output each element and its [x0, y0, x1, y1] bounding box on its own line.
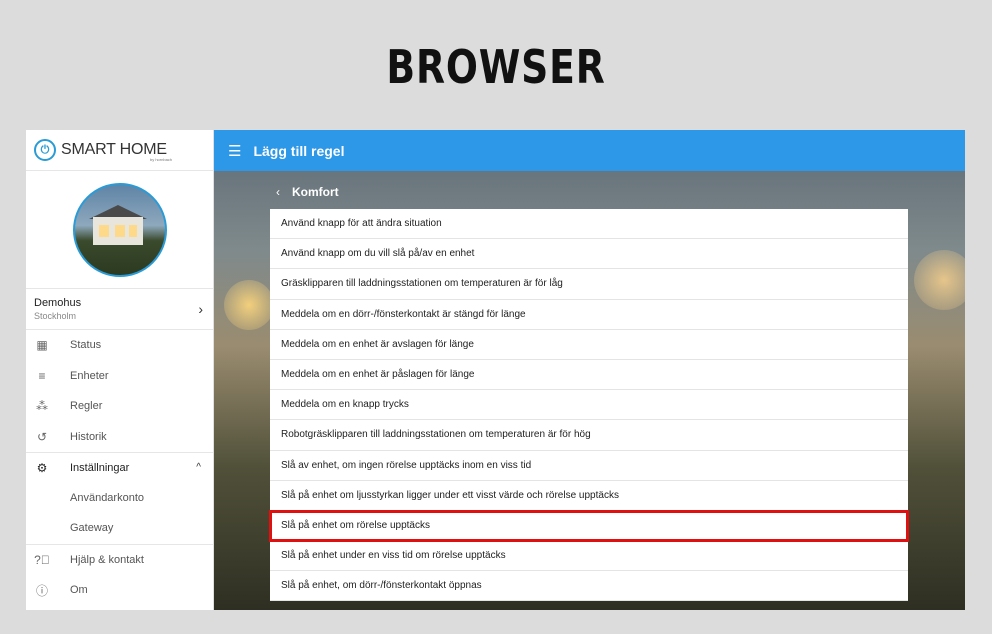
page-title: Lägg till regel: [253, 142, 345, 159]
rule-label: Slå på enhet, om dörr-/fönsterkontakt öp…: [281, 580, 482, 592]
rule-item[interactable]: Använd knapp om du vill slå på/av en enh…: [270, 239, 908, 270]
rule-list: Använd knapp för att ändra situation Anv…: [269, 209, 909, 602]
sidebar-item-enheter[interactable]: ≡ Enheter: [26, 361, 213, 392]
rule-label: Slå på enhet om ljusstyrkan ligger under…: [281, 489, 619, 501]
sidebar: ⏻ SMART HOME by hornbach Demohus Stockho…: [26, 130, 214, 610]
sidebar-item-installningar[interactable]: ⚙ Inställningar ^: [26, 452, 213, 483]
dashboard-icon: ▦: [36, 338, 48, 353]
rule-item[interactable]: Meddela om en enhet är avslagen för läng…: [270, 330, 908, 360]
rule-label: Slå på enhet om rörelse upptäcks: [281, 519, 430, 531]
main-content: ☰ Lägg till regel ‹ Komfort Använd knapp…: [214, 130, 965, 610]
rule-item[interactable]: Slå på enhet om ljusstyrkan ligger under…: [270, 481, 908, 511]
power-icon: ⏻: [34, 139, 56, 161]
magic-wand-icon: ⁂: [36, 399, 48, 414]
rule-item[interactable]: Meddela om en knapp trycks: [270, 390, 908, 421]
sidebar-item-help[interactable]: ?⃝ Hjälp & kontakt: [26, 545, 213, 576]
banner-title: BROWSER: [386, 40, 606, 94]
profile-area: [26, 171, 213, 289]
sidebar-item-label: Historik: [70, 430, 107, 443]
help-icon: ?⃝: [34, 552, 50, 567]
rule-label: Meddela om en dörr-/fönsterkontakt är st…: [281, 308, 526, 320]
sidebar-item-status[interactable]: ▦ Status: [26, 330, 213, 361]
home-selector[interactable]: Demohus Stockholm ›: [26, 289, 213, 330]
rule-item[interactable]: Meddela om en dörr-/fönsterkontakt är st…: [270, 300, 908, 330]
sidebar-subitem-gateway[interactable]: Gateway: [26, 513, 213, 544]
sidebar-item-label: Gateway: [70, 522, 114, 535]
chevron-left-icon[interactable]: ‹: [276, 185, 280, 199]
rule-label: Meddela om en knapp trycks: [281, 399, 409, 411]
rule-label: Meddela om en enhet är påslagen för läng…: [281, 369, 475, 381]
chevron-right-icon: ›: [198, 301, 203, 317]
breadcrumb[interactable]: ‹ Komfort: [276, 185, 339, 199]
rule-item-selected[interactable]: Slå på enhet om rörelse upptäcks: [269, 509, 909, 543]
rule-item[interactable]: Slå på enhet under en viss tid om rörels…: [270, 541, 908, 572]
sidebar-item-label: Om: [70, 584, 88, 597]
rule-item[interactable]: Använd knapp för att ändra situation: [270, 209, 908, 240]
hamburger-menu-icon[interactable]: ☰: [228, 142, 241, 160]
gear-icon: ⚙: [36, 460, 48, 475]
history-icon: ↺: [36, 429, 48, 444]
rule-item[interactable]: Meddela om en enhet är påslagen för läng…: [270, 360, 908, 391]
rule-item[interactable]: Gräsklipparen till laddningsstationen om…: [270, 269, 908, 300]
home-name: Demohus: [34, 297, 82, 309]
sidebar-item-historik[interactable]: ↺ Historik: [26, 422, 213, 453]
rule-label: Meddela om en enhet är avslagen för läng…: [281, 338, 474, 350]
rule-item[interactable]: Slå av enhet, om ingen rörelse upptäcks …: [270, 451, 908, 481]
sidebar-item-om[interactable]: ⓘ Om: [26, 575, 213, 606]
sidebar-item-label: Regler: [70, 400, 103, 413]
sidebar-item-label: Status: [70, 339, 102, 352]
info-icon: ⓘ: [35, 583, 48, 598]
logo-subtext: by hornbach: [150, 157, 173, 162]
sidebar-item-label: Inställningar: [70, 461, 130, 474]
rule-label: Använd knapp för att ändra situation: [281, 218, 442, 230]
breadcrumb-label: Komfort: [292, 185, 339, 199]
avatar[interactable]: [72, 182, 167, 277]
logo[interactable]: ⏻ SMART HOME by hornbach: [26, 130, 213, 171]
rule-item[interactable]: Slå på enhet, om dörr-/fönsterkontakt öp…: [270, 571, 908, 602]
app-header: ☰ Lägg till regel: [214, 130, 965, 171]
rule-label: Robotgräsklipparen till laddningsstation…: [281, 429, 591, 441]
rule-label: Gräsklipparen till laddningsstationen om…: [281, 278, 563, 290]
sidebar-subitem-anvandarkonto[interactable]: Användarkonto: [26, 483, 213, 514]
app-window: ⏻ SMART HOME by hornbach Demohus Stockho…: [26, 130, 965, 610]
sidebar-item-regler[interactable]: ⁂ Regler: [26, 391, 213, 422]
home-city: Stockholm: [34, 311, 77, 321]
chevron-up-icon: ^: [196, 462, 201, 474]
sidebar-item-label: Enheter: [70, 369, 109, 382]
rule-label: Slå på enhet under en viss tid om rörels…: [281, 550, 506, 562]
rule-item[interactable]: Robotgräsklipparen till laddningsstation…: [270, 420, 908, 451]
list-icon: ≡: [38, 368, 46, 383]
rule-label: Slå av enhet, om ingen rörelse upptäcks …: [281, 459, 532, 471]
sidebar-item-label: Användarkonto: [70, 491, 144, 504]
rule-label: Använd knapp om du vill slå på/av en enh…: [281, 248, 475, 260]
sidebar-item-label: Hjälp & kontakt: [70, 553, 144, 566]
